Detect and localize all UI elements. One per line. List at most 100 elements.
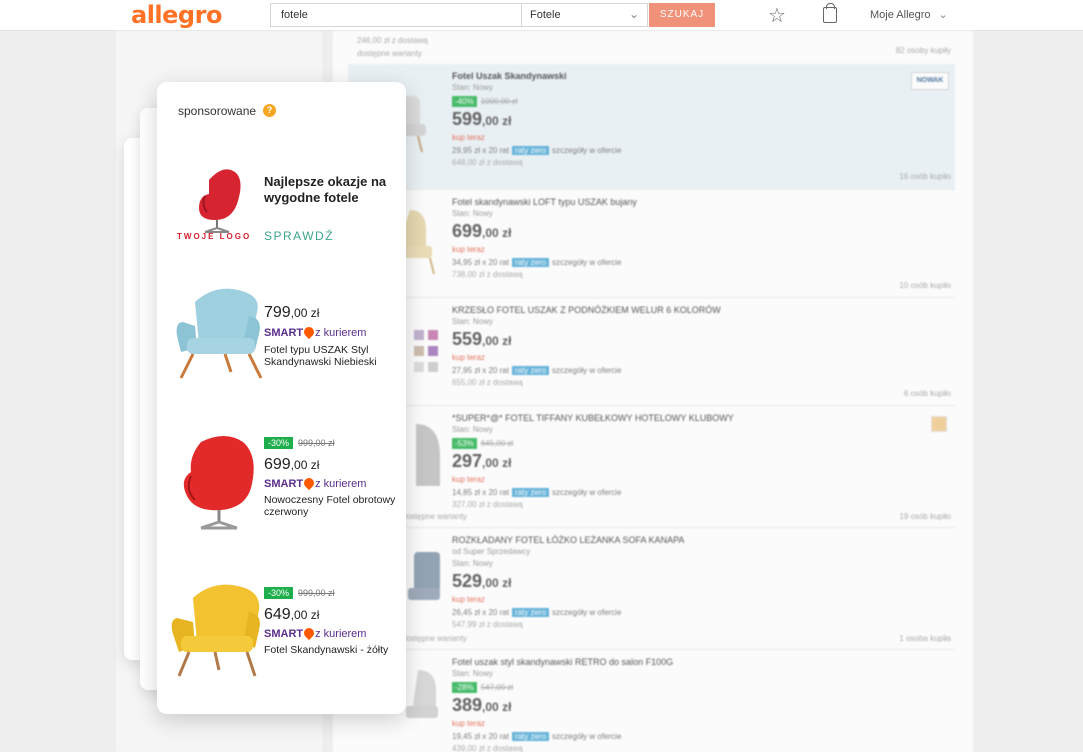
delivery-price: 648,00 zł z dostawą <box>452 158 523 167</box>
price-main: 599 <box>452 109 483 129</box>
category-select-value: Fotele <box>530 9 561 21</box>
sponsored-product[interactable]: -30% 999,00 zł 699,00 zł SMART z kurierem … <box>157 432 406 542</box>
variants-label[interactable]: dostępne warianty <box>402 634 467 643</box>
listing-item[interactable]: KRZESŁO FOTEL USZAK Z PODNÓŻKIEM WELUR 6… <box>348 298 955 406</box>
account-menu[interactable]: Moje Allegro ⌄ <box>870 8 948 21</box>
details-link[interactable]: szczegóły w ofercie <box>552 366 621 375</box>
seller-badge-icon <box>931 416 947 432</box>
condition-label: Stan: Nowy <box>452 209 493 218</box>
listing-title[interactable]: Fotel skandynawski LOFT typu USZAK bujan… <box>452 197 637 207</box>
price: 559,00 zł <box>452 329 511 350</box>
listing-item[interactable]: Fotel Uszak Skandynawski Stan: Nowy -40%… <box>348 64 955 190</box>
account-label: Moje Allegro <box>870 9 931 21</box>
delivery-price: 547,99 zł z dostawą <box>452 620 523 629</box>
installments: 29,95 zł x 20 rat raty zero szczegóły w of… <box>452 146 621 155</box>
top-bar: allegro fotele Fotele ⌄ SZUKAJ ☆ Moje Al… <box>0 0 1083 31</box>
buyers-count: 82 osoby kupiły <box>895 46 951 55</box>
delivery-price: 327,00 zł z dostawą <box>452 500 523 509</box>
sponsored-ad-card[interactable]: sponsorowane ? TWOJE LOGO Najlepsze okaz… <box>157 82 406 714</box>
zero-installments-badge: raty zero <box>511 258 550 267</box>
installment-amount: 26,45 zł x 20 rat <box>452 608 509 617</box>
discount-badge: -53% <box>452 438 477 449</box>
discount-badge: -30% <box>264 587 294 599</box>
price-decimals: ,00 zł <box>482 114 512 128</box>
zero-installments-badge: raty zero <box>511 608 550 617</box>
search-button[interactable]: SZUKAJ <box>649 3 715 27</box>
installment-amount: 34,95 zł x 20 rat <box>452 258 509 267</box>
price-decimals: ,00 zł <box>290 608 320 622</box>
old-price: 547,00 zł <box>480 683 514 692</box>
price: 599,00 zł <box>452 109 511 130</box>
smart-label: SMART <box>264 628 304 640</box>
price-decimals: ,00 zł <box>482 334 512 348</box>
buy-now-label[interactable]: kup teraz <box>452 245 485 254</box>
details-link[interactable]: szczegóły w ofercie <box>552 146 621 155</box>
category-select[interactable]: Fotele ⌄ <box>522 3 648 27</box>
price-decimals: ,00 zł <box>290 306 320 320</box>
delivery-price: 439,00 zł z dostawą <box>452 744 523 752</box>
listing-title[interactable]: Fotel Uszak Skandynawski <box>452 71 567 81</box>
ad-headline[interactable]: Najlepsze okazje na wygodne fotele <box>264 174 394 206</box>
red-egg-chair-image[interactable] <box>165 432 265 536</box>
details-link[interactable]: szczegóły w ofercie <box>552 732 621 741</box>
listing-item[interactable]: ROZKŁADANY FOTEL ŁÓŻKO LEŻANKA SOFA KANA… <box>348 528 955 650</box>
buy-now-label[interactable]: kup teraz <box>452 133 485 142</box>
search-input[interactable]: fotele <box>270 3 522 27</box>
listing-title[interactable]: Fotel uszak styl skandynawski RETRO do s… <box>452 657 673 667</box>
buyers-count: 16 osób kupiło <box>899 172 951 181</box>
delivery-price: 246,00 zł z dostawą <box>357 36 428 45</box>
details-link[interactable]: szczegóły w ofercie <box>552 258 621 267</box>
details-link[interactable]: szczegóły w ofercie <box>552 488 621 497</box>
chevron-down-icon: ⌄ <box>628 7 639 21</box>
variants-label[interactable]: dostępne warianty <box>357 49 422 58</box>
star-icon[interactable]: ☆ <box>768 3 786 28</box>
blue-armchair-image[interactable] <box>165 282 265 386</box>
price-main: 559 <box>452 329 483 349</box>
installment-amount: 29,95 zł x 20 rat <box>452 146 509 155</box>
price-main: 297 <box>452 451 483 471</box>
discount-line: -30% 999,00 zł <box>264 587 335 599</box>
price-decimals: ,00 zł <box>482 576 512 590</box>
buy-now-label[interactable]: kup teraz <box>452 353 485 362</box>
listing-title[interactable]: ROZKŁADANY FOTEL ŁÓŻKO LEŻANKA SOFA KANA… <box>452 535 684 545</box>
sponsored-product[interactable]: 799,00 zł SMART z kurierem Fotel typu USZ… <box>157 282 406 392</box>
seller-brand-logo: NOWAK <box>911 72 949 90</box>
listing-title[interactable]: KRZESŁO FOTEL USZAK Z PODNÓŻKIEM WELUR 6… <box>452 305 721 315</box>
super-seller-label: od Super Sprzedawcy <box>452 547 531 556</box>
price-decimals: ,00 zł <box>482 700 512 714</box>
product-name[interactable]: Fotel Skandynawski - żółty <box>264 644 399 656</box>
buy-now-label[interactable]: kup teraz <box>452 595 485 604</box>
brand-logo-icon <box>199 169 241 233</box>
help-icon[interactable]: ? <box>263 104 276 117</box>
price-main: 529 <box>452 571 483 591</box>
installment-amount: 19,45 zł x 20 rat <box>452 732 509 741</box>
product-name[interactable]: Nowoczesny Fotel obrotowy czerwony <box>264 494 399 518</box>
listing-item[interactable]: Fotel uszak styl skandynawski RETRO do s… <box>348 650 955 752</box>
buy-now-label[interactable]: kup teraz <box>452 475 485 484</box>
buy-now-label[interactable]: kup teraz <box>452 719 485 728</box>
installment-amount: 14,85 zł x 20 rat <box>452 488 509 497</box>
discount-badge: -40% <box>452 96 477 107</box>
yellow-armchair-image[interactable] <box>165 582 265 686</box>
price-main: 699 <box>452 221 483 241</box>
details-link[interactable]: szczegóły w ofercie <box>552 608 621 617</box>
smart-delivery: SMART z kurierem <box>264 625 366 641</box>
price-decimals: ,00 zł <box>482 226 512 240</box>
shopping-bag-icon[interactable] <box>823 3 837 23</box>
product-name[interactable]: Fotel typu USZAK Styl Skandynawski Niebi… <box>264 344 399 368</box>
check-it-button[interactable]: SPRAWDŹ <box>264 229 334 243</box>
allegro-logo[interactable]: allegro <box>131 1 222 29</box>
condition-label: Stan: Nowy <box>452 317 493 326</box>
price-decimals: ,00 zł <box>482 456 512 470</box>
price-main: 649 <box>264 606 291 623</box>
variants-label[interactable]: dostępne warianty <box>402 512 467 521</box>
listing-item[interactable]: *SUPER*@* FOTEL TIFFANY KUBEŁKOWY HOTELO… <box>348 406 955 528</box>
delivery-price: 655,00 zł z dostawą <box>452 378 523 387</box>
listing-title[interactable]: *SUPER*@* FOTEL TIFFANY KUBEŁKOWY HOTELO… <box>452 413 734 423</box>
old-price: 999,00 zł <box>298 438 335 448</box>
sponsored-product[interactable]: -30% 999,00 zł 649,00 zł SMART z kurierem … <box>157 582 406 692</box>
smart-delivery: SMART z kurierem <box>264 324 366 340</box>
smart-label: SMART <box>264 478 304 490</box>
zero-installments-badge: raty zero <box>511 146 550 155</box>
listing-item[interactable]: Fotel skandynawski LOFT typu USZAK bujan… <box>348 190 955 298</box>
